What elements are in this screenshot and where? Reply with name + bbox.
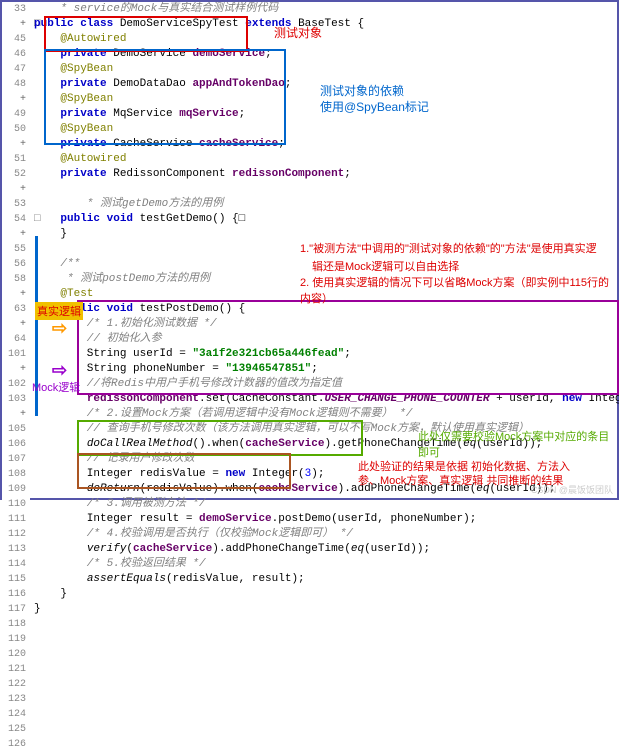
- watermark: CSDN @晨饭饭团队: [531, 483, 613, 496]
- code-area[interactable]: * service的Mock与真实结合测试样例代码□public class D…: [34, 2, 617, 617]
- tag-mock-logic: Mock逻辑: [30, 378, 82, 396]
- code-editor[interactable]: 33+45464748+4950+5152+5354+555658+63+641…: [0, 0, 619, 500]
- line-gutter: 33+45464748+4950+5152+5354+555658+63+641…: [2, 2, 30, 752]
- arrow-real: ⇨: [52, 318, 67, 340]
